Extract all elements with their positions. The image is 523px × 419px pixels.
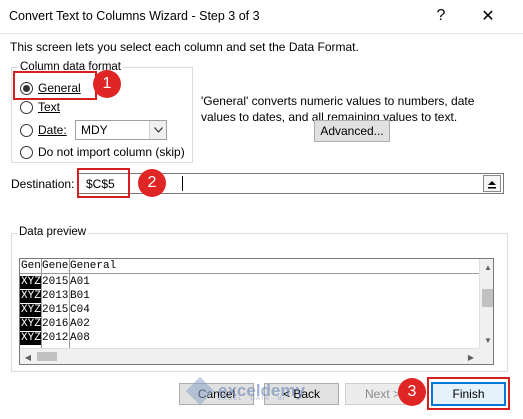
collapse-dialog-button[interactable] bbox=[483, 175, 501, 192]
data-preview-pane[interactable]: Gen Gene General XYZ 2015 A01 XYZ 2013 B… bbox=[19, 258, 494, 365]
arrow-up-icon bbox=[488, 180, 496, 188]
window-title: Convert Text to Columns Wizard - Step 3 … bbox=[9, 9, 260, 23]
destination-label: Destination: bbox=[11, 177, 75, 191]
text-caret bbox=[182, 176, 183, 191]
preview-cell: A01 bbox=[70, 276, 90, 288]
callout-number-2: 2 bbox=[138, 169, 166, 197]
radio-skip[interactable]: Do not import column (skip) bbox=[20, 144, 185, 160]
callout-highlight-finish bbox=[427, 377, 510, 410]
callout-highlight-destination bbox=[77, 168, 130, 198]
radio-date-label: Date: bbox=[38, 123, 67, 137]
preview-cell: C04 bbox=[70, 304, 90, 316]
watermark-tagline: EXCEL · DATA · BI bbox=[218, 396, 286, 402]
radio-skip-label: Do not import column (skip) bbox=[38, 145, 185, 159]
help-button[interactable]: ? bbox=[432, 7, 450, 25]
close-button[interactable]: ✕ bbox=[478, 6, 498, 26]
preview-cell: A08 bbox=[70, 332, 90, 344]
scroll-right-icon[interactable]: ▶ bbox=[463, 349, 479, 364]
preview-cell: XYZ bbox=[20, 332, 41, 345]
preview-cell: XYZ bbox=[20, 276, 41, 289]
radio-text[interactable]: Text bbox=[20, 99, 60, 115]
preview-cell: 2016 bbox=[42, 318, 69, 330]
radio-skip-indicator[interactable] bbox=[20, 145, 33, 159]
callout-number-3: 3 bbox=[398, 378, 426, 406]
radio-date[interactable]: Date: bbox=[20, 122, 67, 138]
exceldemy-watermark: exceldemy bbox=[185, 375, 340, 407]
preview-cell: 2012 bbox=[42, 332, 69, 344]
scroll-left-icon[interactable]: ◀ bbox=[20, 349, 36, 364]
preview-header-cell[interactable]: Gene bbox=[41, 260, 69, 273]
scrollbar-corner bbox=[479, 348, 493, 364]
exceldemy-logo-icon bbox=[185, 376, 215, 406]
preview-cell: A02 bbox=[70, 318, 90, 330]
preview-cell: 2013 bbox=[42, 290, 69, 302]
radio-text-label: Text bbox=[38, 100, 61, 114]
preview-cell: 2015 bbox=[42, 304, 69, 316]
radio-date-indicator[interactable] bbox=[20, 123, 33, 137]
date-format-value: MDY bbox=[81, 123, 108, 137]
preview-header-cell[interactable]: Gen bbox=[20, 260, 41, 273]
vertical-scrollbar[interactable]: ▲ ▼ bbox=[479, 259, 493, 348]
radio-text-indicator[interactable] bbox=[20, 100, 33, 114]
preview-cell: B01 bbox=[70, 290, 90, 302]
preview-header-divider bbox=[20, 273, 479, 274]
preview-cell: XYZ bbox=[20, 318, 41, 331]
data-preview-legend: Data preview bbox=[17, 226, 89, 238]
advanced-button[interactable]: Advanced... bbox=[314, 120, 390, 142]
preview-cell: 2015 bbox=[42, 276, 69, 288]
wizard-description: This screen lets you select each column … bbox=[10, 40, 359, 54]
preview-grid[interactable]: Gen Gene General XYZ 2015 A01 XYZ 2013 B… bbox=[20, 259, 479, 348]
preview-header-row: Gen Gene General bbox=[20, 260, 479, 273]
horizontal-scroll-thumb[interactable] bbox=[37, 352, 57, 361]
callout-number-1: 1 bbox=[93, 70, 121, 98]
preview-cell: XYZ bbox=[20, 290, 41, 303]
chevron-down-icon[interactable] bbox=[149, 121, 166, 139]
vertical-scroll-thumb[interactable] bbox=[482, 289, 493, 307]
horizontal-scrollbar[interactable]: ◀ ▶ bbox=[20, 348, 479, 364]
callout-highlight-general bbox=[13, 71, 97, 100]
scroll-up-icon[interactable]: ▲ bbox=[480, 259, 493, 275]
date-format-select[interactable]: MDY bbox=[75, 120, 167, 140]
preview-cell: XYZ bbox=[20, 304, 41, 317]
scroll-down-icon[interactable]: ▼ bbox=[480, 332, 493, 348]
preview-header-cell[interactable]: General bbox=[69, 260, 269, 273]
